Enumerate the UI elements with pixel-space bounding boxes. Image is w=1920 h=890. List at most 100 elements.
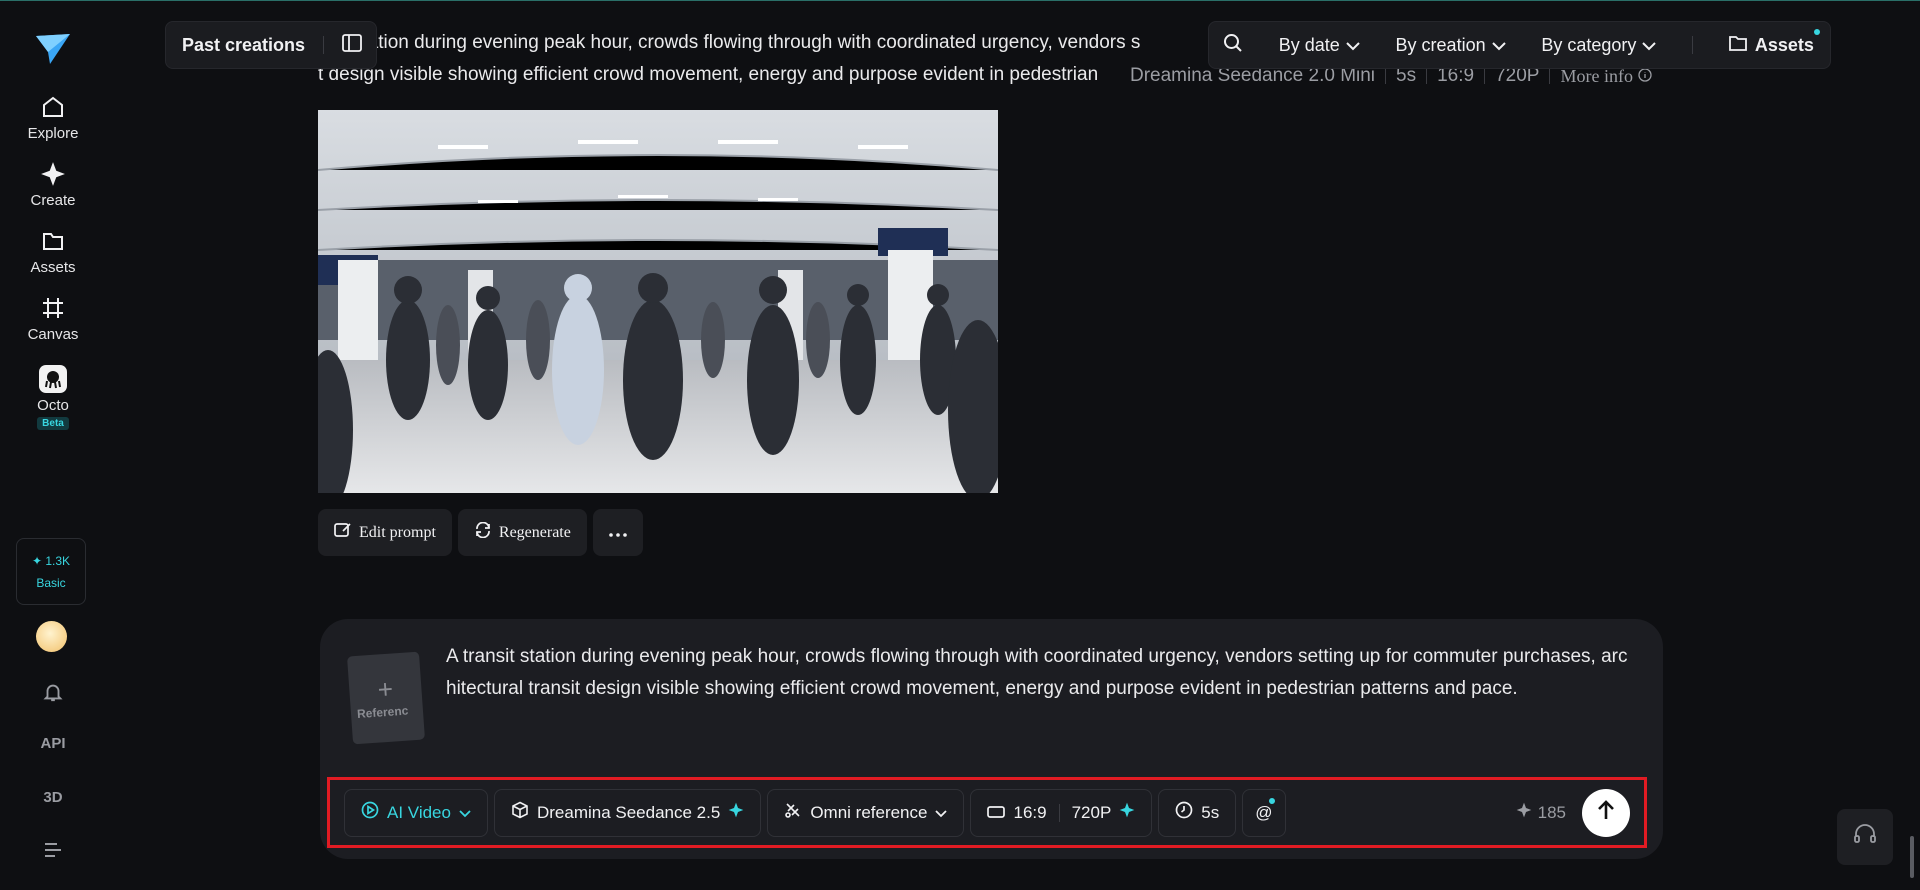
divider (1426, 68, 1428, 84)
reference-mode-selector[interactable]: Omni reference (767, 788, 965, 837)
sidebar-item-label: Assets (30, 259, 76, 276)
sidebar-item-label: Create (30, 192, 76, 209)
reference-upload[interactable]: + Referenc (347, 651, 425, 745)
sidebar-item-explore[interactable]: Explore (27, 93, 79, 142)
chevron-down-icon (1491, 35, 1506, 56)
chevron-down-icon (935, 803, 948, 823)
refresh-icon (474, 521, 492, 543)
mode-selector[interactable]: AI Video (344, 788, 488, 837)
regenerate-label: Regenerate (498, 523, 571, 541)
model-label: Dreamina Seedance 2.5 (536, 802, 721, 822)
notifications-button[interactable] (0, 681, 106, 707)
sidebar-item-canvas[interactable]: Canvas (27, 294, 79, 343)
sparkle-icon (39, 160, 67, 188)
generation-toolbar: AI Video Dreamina Seedance 2.5 Omni refe… (327, 777, 1647, 848)
sidebar-item-assets[interactable]: Assets (30, 227, 76, 276)
scrollbar-thumb[interactable] (1910, 836, 1914, 878)
edit-prompt-button[interactable]: Edit prompt (318, 509, 452, 556)
app-logo[interactable] (33, 29, 73, 69)
filter-label: By date (1278, 34, 1340, 55)
divider (1484, 68, 1486, 84)
sparkle-icon (1516, 802, 1532, 823)
sparkle-icon (728, 802, 744, 823)
divider (1058, 803, 1060, 822)
past-creations-title[interactable]: Past creations (182, 35, 305, 56)
sidebar-item-octo[interactable]: Octo Beta (37, 365, 69, 430)
sparkle-icon (1119, 802, 1135, 823)
prompt-input[interactable]: A transit station during evening peak ho… (446, 641, 1636, 705)
assets-button[interactable]: Assets (1728, 28, 1820, 56)
reference-label: Referenc (356, 703, 409, 722)
sidebar-item-label: Explore (27, 125, 79, 142)
video-play-icon (361, 801, 379, 824)
cube-icon (511, 801, 529, 824)
past-creations-bar: Past creations (165, 21, 378, 69)
model-selector[interactable]: Dreamina Seedance 2.5 (493, 788, 762, 837)
notification-dot (1813, 28, 1820, 35)
menu-icon (43, 843, 63, 861)
octo-icon (39, 365, 67, 393)
divider (1692, 36, 1694, 54)
bell-icon (42, 681, 64, 707)
cost-value: 185 (1537, 802, 1566, 822)
credits-value: 1.3K (45, 553, 71, 568)
more-dots-icon (609, 524, 627, 542)
credit-cost: 185 (1516, 802, 1566, 823)
chevron-down-icon (459, 803, 471, 823)
sidebar-item-create[interactable]: Create (30, 160, 76, 209)
menu-button[interactable] (0, 843, 106, 861)
filter-by-date[interactable]: By date (1279, 35, 1360, 56)
notification-dot (1268, 797, 1275, 804)
filter-by-category[interactable]: By category (1541, 34, 1657, 56)
sidebar-item-label: Canvas (27, 326, 79, 343)
plan-tier: Basic (36, 575, 66, 590)
divider (1385, 68, 1387, 84)
creation-prompt-line2: t design visible showing efficient crowd… (318, 64, 1099, 85)
sidebar-item-label: Octo (37, 397, 69, 414)
headset-icon (1853, 823, 1877, 851)
reference-mode-label: Omni reference (810, 802, 928, 822)
duration-selector[interactable]: 5s (1158, 788, 1237, 837)
3d-link[interactable]: 3D (0, 789, 106, 806)
duration-label: 5s (1201, 802, 1220, 822)
chevron-down-icon (1642, 35, 1657, 56)
mention-button[interactable]: @ (1242, 788, 1286, 837)
credits-box[interactable]: ✦ 1.3K Basic (16, 538, 86, 605)
filter-label: By category (1541, 34, 1637, 55)
aspect-ratio-icon (987, 803, 1006, 823)
arrow-up-icon (1596, 799, 1616, 826)
mode-label: AI Video (387, 802, 451, 822)
credits-amount: ✦ 1.3K (31, 553, 71, 568)
regenerate-button[interactable]: Regenerate (457, 509, 587, 556)
divider (323, 36, 325, 54)
more-options-button[interactable] (592, 509, 643, 556)
creation-prompt-line1: nsit station during evening peak hour, c… (318, 32, 1141, 53)
mention-label: @ (1255, 802, 1273, 822)
filter-label: By creation (1395, 34, 1486, 55)
edit-prompt-label: Edit prompt (359, 523, 436, 541)
edit-icon (334, 522, 352, 543)
canvas-icon (39, 294, 67, 322)
ratio-resolution-selector[interactable]: 16:9 720P (970, 788, 1153, 837)
chevron-down-icon (1346, 35, 1360, 56)
beta-badge: Beta (37, 417, 69, 430)
support-button[interactable] (1837, 809, 1893, 865)
omni-reference-icon (784, 801, 802, 824)
send-button[interactable] (1582, 788, 1630, 837)
folder-icon (1728, 35, 1747, 56)
assets-label: Assets (1754, 34, 1814, 55)
sidebar: Explore Create Assets Canvas Octo Beta ✦… (0, 1, 106, 890)
plus-icon: + (376, 673, 394, 705)
ratio-label: 16:9 (1013, 802, 1047, 822)
clock-icon (1175, 801, 1193, 824)
folder-icon (39, 227, 67, 255)
generated-video[interactable] (318, 110, 998, 493)
api-link[interactable]: API (0, 735, 106, 752)
panel-toggle-icon[interactable] (342, 33, 362, 57)
search-icon[interactable] (1223, 33, 1243, 58)
creation-actions: Edit prompt Regenerate (318, 509, 643, 556)
avatar[interactable] (36, 621, 67, 652)
resolution-label: 720P (1071, 802, 1112, 822)
filter-bar: By date By creation By category Assets (1208, 21, 1831, 69)
filter-by-creation[interactable]: By creation (1396, 35, 1506, 56)
